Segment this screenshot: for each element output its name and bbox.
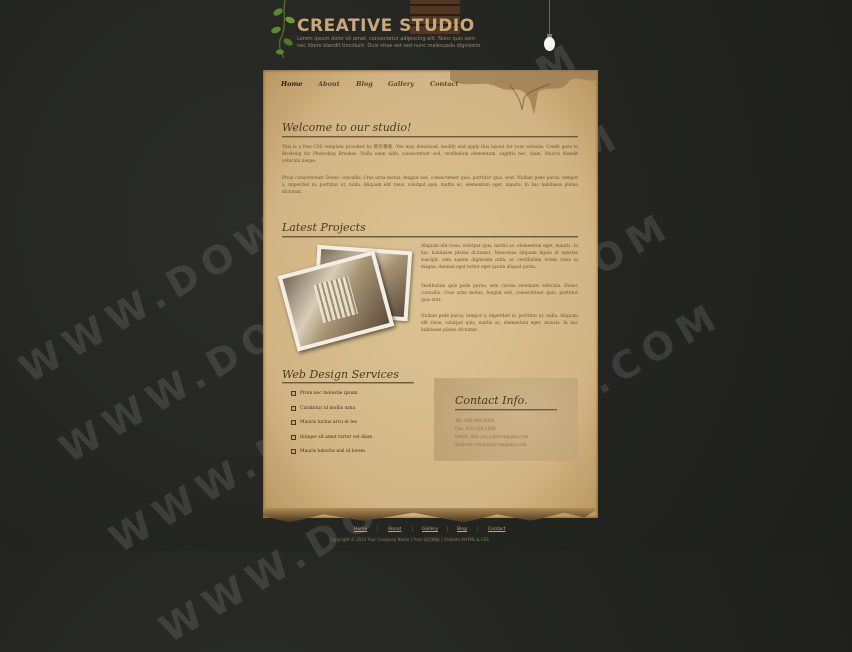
list-item[interactable]: Mauris luctus arcu et leo: [291, 419, 411, 434]
projects-paragraph: Nullam pede purus, tempor a, imperdiet i…: [421, 314, 578, 333]
list-item[interactable]: Integer sit amet tortor vel diam: [291, 434, 411, 449]
welcome-heading: Welcome to our studio!: [282, 121, 412, 134]
divider: [282, 236, 578, 238]
list-item[interactable]: Mauris lobortis nisl id lorem: [291, 448, 411, 463]
service-link[interactable]: Mauris lobortis nisl id lorem: [300, 449, 365, 454]
site-tagline: Lorem ipsum dolor sit amet, consectetur …: [297, 36, 483, 49]
projects-heading: Latest Projects: [282, 221, 366, 234]
nav-item-about[interactable]: About: [318, 80, 340, 88]
bullet-icon: [291, 449, 296, 454]
nav-item-home[interactable]: Home: [281, 80, 303, 88]
contact-heading: Contact Info.: [455, 394, 528, 407]
footer-separator: |: [447, 527, 449, 532]
copyright-text: Copyright © 2014 Your Company Name | fro…: [330, 537, 489, 542]
bullet-icon: [291, 405, 296, 411]
lightbulb-icon: [544, 34, 555, 51]
torn-paper-edge: [263, 508, 598, 523]
footer-link-contact[interactable]: Contact: [488, 527, 506, 532]
footer-separator: |: [377, 527, 379, 532]
main-nav: Home About Blog Gallery Contact: [263, 76, 598, 92]
footer-link-about[interactable]: About: [388, 527, 401, 532]
list-item[interactable]: Curabitur id mollis urna: [291, 405, 411, 420]
contact-email: Email: info (at) yourcompany.com: [455, 435, 529, 440]
divider: [282, 136, 578, 138]
footer-separator: |: [412, 527, 414, 532]
bullet-icon: [291, 391, 296, 396]
services-heading: Web Design Services: [282, 368, 399, 381]
divider: [282, 382, 414, 384]
footer-link-gallery[interactable]: Gallery: [422, 527, 438, 532]
footer-link-blog[interactable]: Blog: [457, 527, 467, 532]
welcome-paragraph: This is a free CSS template provided by …: [282, 145, 578, 164]
service-link[interactable]: Mauris luctus arcu et leo: [300, 420, 357, 425]
projects-paragraph: Vestibulum quis pede purus, sem cursus v…: [421, 284, 578, 303]
divider: [455, 409, 557, 411]
welcome-paragraph: Proin consectetuer. Donec convallis. Cra…: [282, 176, 578, 195]
site-title[interactable]: CREATIVE STUDIO: [297, 16, 475, 36]
nav-item-gallery[interactable]: Gallery: [388, 80, 414, 88]
service-link[interactable]: Curabitur id mollis urna: [300, 406, 355, 411]
services-list: Proin nec molestie ipsum Curabitur id mo…: [291, 390, 411, 463]
list-item[interactable]: Proin nec molestie ipsum: [291, 390, 411, 405]
contact-website: Website: www.yourcompany.com: [455, 443, 527, 448]
nav-item-contact[interactable]: Contact: [430, 80, 458, 88]
projects-paragraph: Aliquam elit risus, volutpat quis, matti…: [421, 244, 578, 270]
service-link[interactable]: Proin nec molestie ipsum: [300, 391, 358, 396]
contact-tel: Tel: 000-000-0000: [455, 419, 495, 424]
footer-separator: |: [477, 527, 479, 532]
footer-link-home[interactable]: Home: [354, 527, 367, 532]
bullet-icon: [291, 420, 296, 425]
contact-fax: Fax: 050-250-2500: [455, 427, 496, 432]
bulb-wire: [549, 0, 550, 36]
nav-item-blog[interactable]: Blog: [356, 80, 373, 88]
vine-icon: [271, 0, 295, 58]
service-link[interactable]: Integer sit amet tortor vel diam: [300, 435, 372, 440]
bullet-icon: [291, 434, 296, 440]
